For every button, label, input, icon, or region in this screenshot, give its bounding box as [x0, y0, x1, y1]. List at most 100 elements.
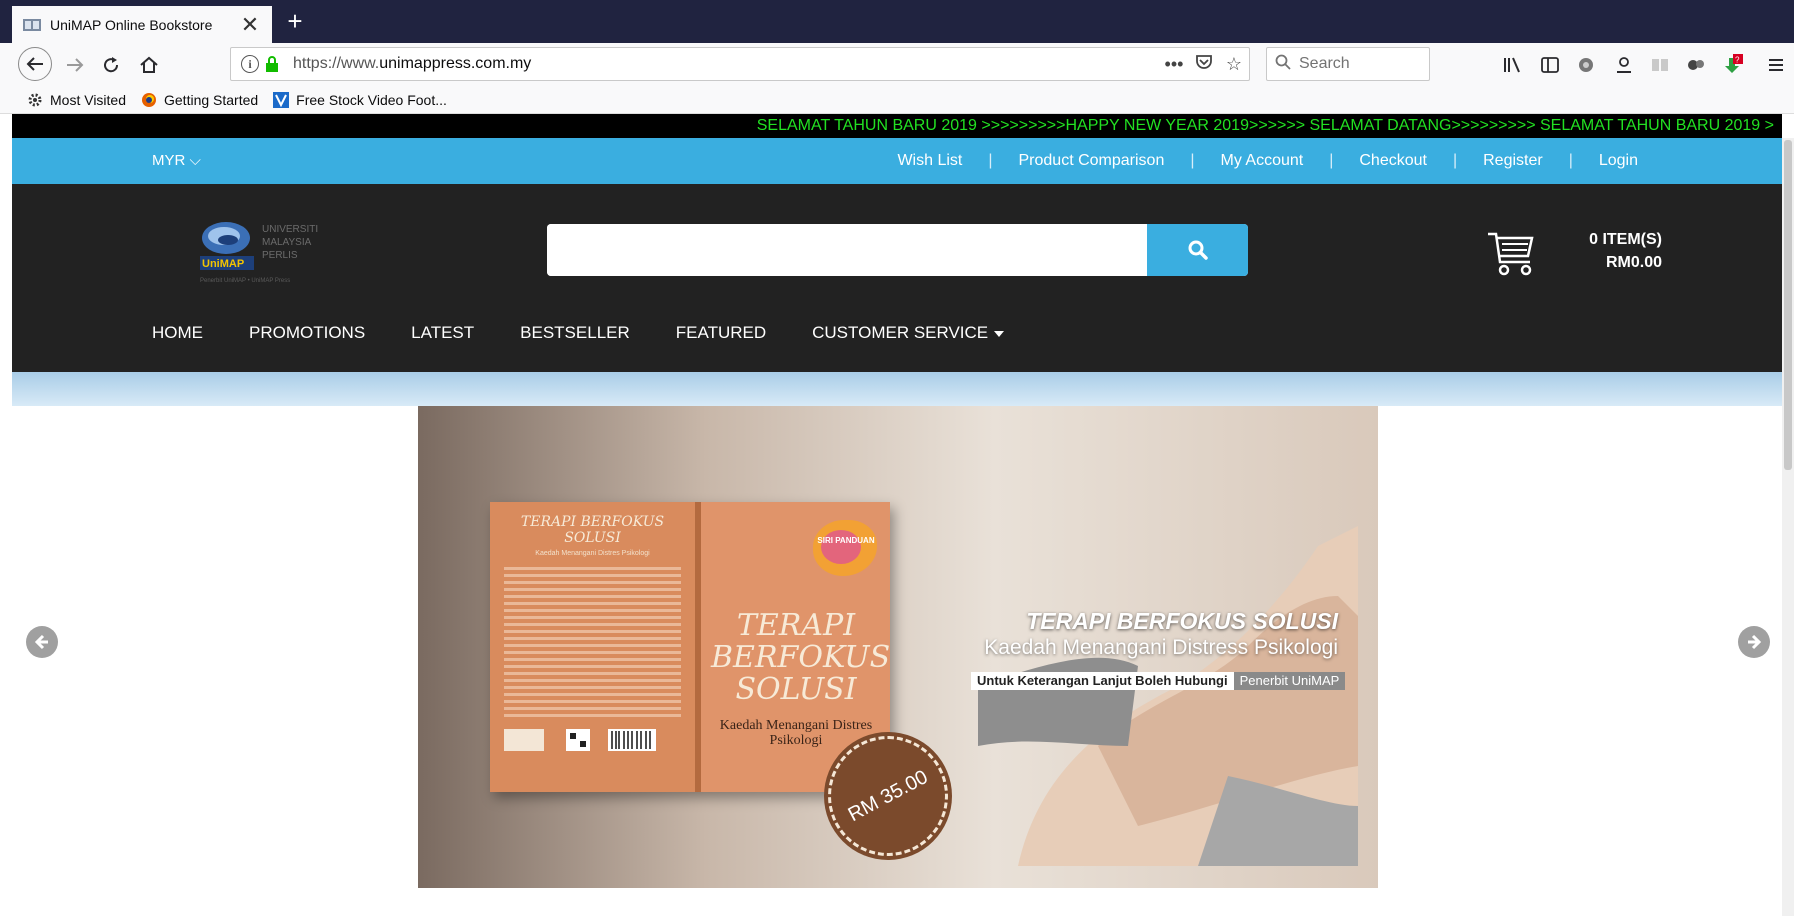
- logo-mark-text: UniMAP: [202, 258, 244, 270]
- arrow-left-icon: [34, 634, 48, 650]
- menu-hamburger-icon[interactable]: [1764, 53, 1788, 77]
- forward-button[interactable]: [62, 51, 88, 79]
- home-button[interactable]: [136, 51, 162, 79]
- home-icon: [140, 56, 158, 73]
- search-button[interactable]: [1147, 224, 1248, 276]
- unimap-logo[interactable]: UniMAP UNIVERSITI MALAYSIA PERLIS Penerb…: [198, 216, 348, 290]
- header-gradient-band: [12, 372, 1782, 406]
- register-link[interactable]: Register: [1457, 152, 1569, 170]
- banner-title: TERAPI BERFOKUS SOLUSI: [1026, 608, 1338, 634]
- back-arrow-icon: [26, 57, 43, 71]
- cart-icon[interactable]: [1482, 228, 1542, 278]
- tab-title: UniMAP Online Bookstore: [50, 16, 213, 33]
- bookmark-label: Free Stock Video Foot...: [296, 91, 447, 108]
- barcode-icon: [504, 729, 656, 751]
- library-icon[interactable]: [1500, 53, 1524, 77]
- search-placeholder: Search: [1299, 55, 1350, 72]
- logo-line-1: UNIVERSITI: [262, 224, 318, 235]
- site-info-icon[interactable]: i: [241, 55, 259, 73]
- book-series-badge: SIRI PANDUAN: [817, 536, 875, 545]
- firefox-icon: [140, 91, 158, 109]
- menu-featured[interactable]: FEATURED: [676, 323, 766, 343]
- book-back-title: TERAPI BERFOKUS SOLUSI: [520, 514, 665, 546]
- slider-next-button[interactable]: [1738, 626, 1770, 658]
- caret-down-icon: [994, 330, 1005, 337]
- url-domain: unimappress.com.my: [379, 55, 532, 72]
- reload-icon: [104, 57, 119, 73]
- cart-total: RM0.00: [1605, 254, 1662, 271]
- logo-line-3: PERLIS: [262, 250, 298, 261]
- currency-selector[interactable]: MYR ⌵: [152, 138, 201, 184]
- new-tab-button[interactable]: +: [280, 6, 310, 36]
- logo-tagline: Penerbit UniMAP • UniMAP Press: [200, 278, 290, 284]
- close-tab-icon[interactable]: ✕: [238, 12, 262, 38]
- bookmark-label: Most Visited: [50, 91, 126, 108]
- user-icon[interactable]: [1612, 53, 1636, 77]
- menu-customer-service[interactable]: CUSTOMER SERVICE: [812, 323, 1005, 343]
- gear-icon: [26, 91, 44, 109]
- search-icon: [1188, 240, 1208, 260]
- price-text: RM 35.00: [844, 765, 932, 826]
- site-favicon-icon: [22, 17, 42, 33]
- reader-icon[interactable]: [1648, 53, 1672, 77]
- menu-home[interactable]: HOME: [152, 323, 203, 343]
- slider-prev-button[interactable]: [26, 626, 58, 658]
- v-logo-icon: [272, 91, 290, 109]
- book-back-text-block: [504, 567, 681, 717]
- bookmark-most-visited[interactable]: Most Visited: [26, 91, 126, 109]
- back-button[interactable]: [18, 47, 52, 81]
- book-front-subtitle: Kaedah Menangani Distres Psikologi: [719, 718, 873, 748]
- top-bar: MYR ⌵ Wish List | Product Comparison | M…: [12, 138, 1782, 184]
- address-bar[interactable]: i https://www.unimappress.com.my ••• ☆: [230, 47, 1250, 81]
- site-header: UniMAP UNIVERSITI MALAYSIA PERLIS Penerb…: [12, 184, 1782, 372]
- url-prefix: https://www.: [293, 55, 380, 72]
- banner-subtitle: Kaedah Menangani Distress Psikologi: [984, 636, 1338, 659]
- banner-contact: Untuk Keterangan Lanjut Boleh Hubungi Pe…: [971, 672, 1346, 690]
- bookmarks-toolbar: Most Visited Getting Started Free Stock …: [0, 86, 1794, 114]
- browser-search-box[interactable]: Search: [1266, 47, 1430, 81]
- main-menu: HOME PROMOTIONS LATEST BESTSELLER FEATUR…: [152, 318, 1050, 348]
- menu-customer-service-label: CUSTOMER SERVICE: [812, 323, 989, 342]
- bookmark-label: Getting Started: [164, 91, 259, 108]
- book-back-cover: TERAPI BERFOKUS SOLUSI Kaedah Menangani …: [490, 502, 695, 792]
- scrollbar-thumb[interactable]: [1784, 140, 1792, 470]
- page-actions-icon[interactable]: •••: [1159, 54, 1189, 75]
- checkout-link[interactable]: Checkout: [1333, 152, 1453, 170]
- price-badge: RM 35.00: [828, 736, 948, 856]
- banner-contact-highlight: Penerbit UniMAP: [1233, 672, 1346, 690]
- tab-strip: UniMAP Online Bookstore ✕ +: [0, 0, 1794, 43]
- banner-contact-text: Untuk Keterangan Lanjut Boleh Hubungi: [971, 672, 1234, 690]
- my-account-link[interactable]: My Account: [1195, 152, 1330, 170]
- search-icon: [1275, 54, 1291, 75]
- announcement-marquee: SELAMAT TAHUN BARU 2019 >>>>>>>>>HAPPY N…: [12, 114, 1782, 138]
- login-link[interactable]: Login: [1573, 152, 1638, 170]
- unimap-logo-image: UniMAP UNIVERSITI MALAYSIA PERLIS Penerb…: [200, 222, 318, 284]
- menu-bestseller[interactable]: BESTSELLER: [520, 323, 630, 343]
- url-text[interactable]: https://www.unimappress.com.my: [293, 55, 1159, 73]
- product-comparison-link[interactable]: Product Comparison: [993, 152, 1191, 170]
- bookmark-getting-started[interactable]: Getting Started: [140, 91, 258, 109]
- cart-summary[interactable]: 0 ITEM(S) RM0.00: [1572, 228, 1662, 274]
- cart-items-count: 0 ITEM(S): [1589, 231, 1662, 248]
- extension-gears-icon[interactable]: [1684, 53, 1708, 77]
- reload-button[interactable]: [98, 51, 124, 79]
- svg-text:?: ?: [1735, 56, 1740, 65]
- pocket-icon[interactable]: [1189, 54, 1219, 75]
- browser-tab[interactable]: UniMAP Online Bookstore ✕: [12, 6, 272, 43]
- product-search-input[interactable]: [547, 224, 1147, 276]
- menu-latest[interactable]: LATEST: [411, 323, 474, 343]
- account-links: Wish List | Product Comparison | My Acco…: [871, 138, 1638, 184]
- wish-list-link[interactable]: Wish List: [871, 152, 988, 170]
- forward-arrow-icon: [67, 58, 84, 72]
- arrow-right-icon: [1748, 634, 1762, 650]
- sidebar-icon[interactable]: [1538, 53, 1562, 77]
- download-icon[interactable]: ?: [1720, 53, 1744, 77]
- extension-icon[interactable]: [1574, 53, 1598, 77]
- logo-line-2: MALAYSIA: [262, 237, 312, 248]
- menu-promotions[interactable]: PROMOTIONS: [249, 323, 365, 343]
- bookmark-star-icon[interactable]: ☆: [1219, 54, 1249, 75]
- promo-banner[interactable]: TERAPI BERFOKUS SOLUSI Kaedah Menangani …: [418, 406, 1378, 888]
- book-front-title: TERAPI BERFOKUS SOLUSI: [711, 608, 891, 707]
- bookmark-free-stock-video[interactable]: Free Stock Video Foot...: [272, 91, 447, 109]
- book-back-subtitle: Kaedah Menangani Distres Psikologi: [535, 550, 650, 557]
